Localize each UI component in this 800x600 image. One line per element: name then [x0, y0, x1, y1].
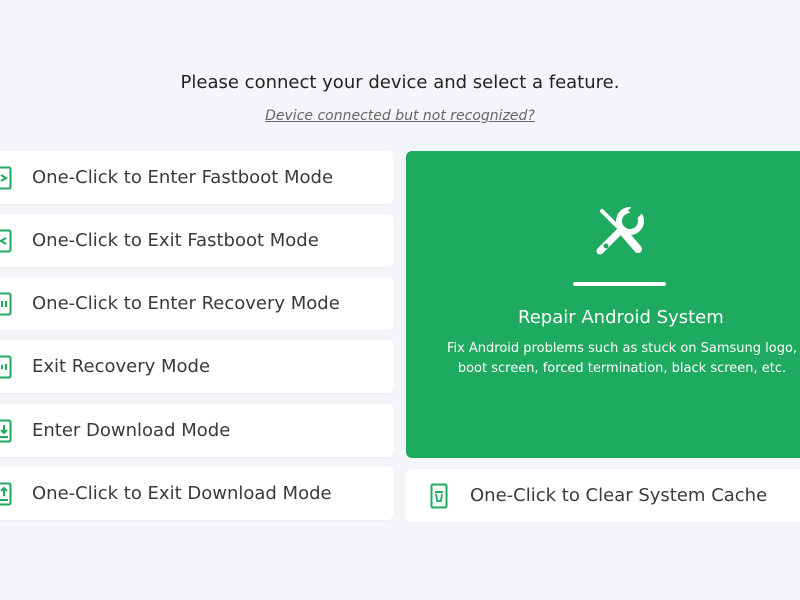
feature-label: Enter Download Mode: [32, 420, 231, 441]
phone-exit-recovery-icon: [0, 354, 14, 380]
repair-description-line: boot screen, forced termination, black s…: [457, 361, 787, 376]
repair-description: Fix Android problems such as stuck on Sa…: [434, 339, 800, 379]
exit-recovery-button[interactable]: Exit Recovery Mode: [0, 340, 394, 393]
clear-cache-icon: [428, 483, 450, 509]
feature-label: One-Click to Exit Fastboot Mode: [32, 230, 319, 251]
feature-label: One-Click to Enter Fastboot Mode: [32, 167, 334, 188]
phone-enter-fastboot-icon: [0, 165, 14, 191]
exit-download-button[interactable]: One-Click to Exit Download Mode: [0, 467, 394, 520]
phone-exit-download-icon: [0, 481, 14, 507]
exit-fastboot-button[interactable]: One-Click to Exit Fastboot Mode: [0, 214, 394, 267]
repair-title: Repair Android System: [518, 307, 724, 328]
phone-download-icon: [0, 418, 14, 444]
enter-fastboot-button[interactable]: One-Click to Enter Fastboot Mode: [0, 151, 394, 204]
cache-label: One-Click to Clear System Cache: [470, 485, 768, 506]
enter-download-button[interactable]: Enter Download Mode: [0, 404, 394, 457]
feature-label: One-Click to Enter Recovery Mode: [32, 293, 340, 314]
divider-bar: [573, 282, 666, 286]
feature-selection-page: Please connect your device and select a …: [0, 0, 800, 600]
phone-exit-fastboot-icon: [0, 228, 14, 254]
tools-icon: [592, 203, 648, 259]
feature-label: One-Click to Exit Download Mode: [32, 483, 332, 504]
clear-system-cache-button[interactable]: One-Click to Clear System Cache: [406, 469, 800, 522]
device-not-recognized-link[interactable]: Device connected but not recognized?: [0, 108, 800, 124]
phone-enter-recovery-icon: [0, 291, 14, 317]
page-prompt: Please connect your device and select a …: [180, 72, 620, 93]
repair-android-system-card[interactable]: Repair Android System Fix Android proble…: [406, 151, 800, 458]
repair-description-line: Fix Android problems such as stuck on Sa…: [446, 341, 798, 356]
enter-recovery-button[interactable]: One-Click to Enter Recovery Mode: [0, 277, 394, 330]
feature-label: Exit Recovery Mode: [32, 356, 211, 377]
